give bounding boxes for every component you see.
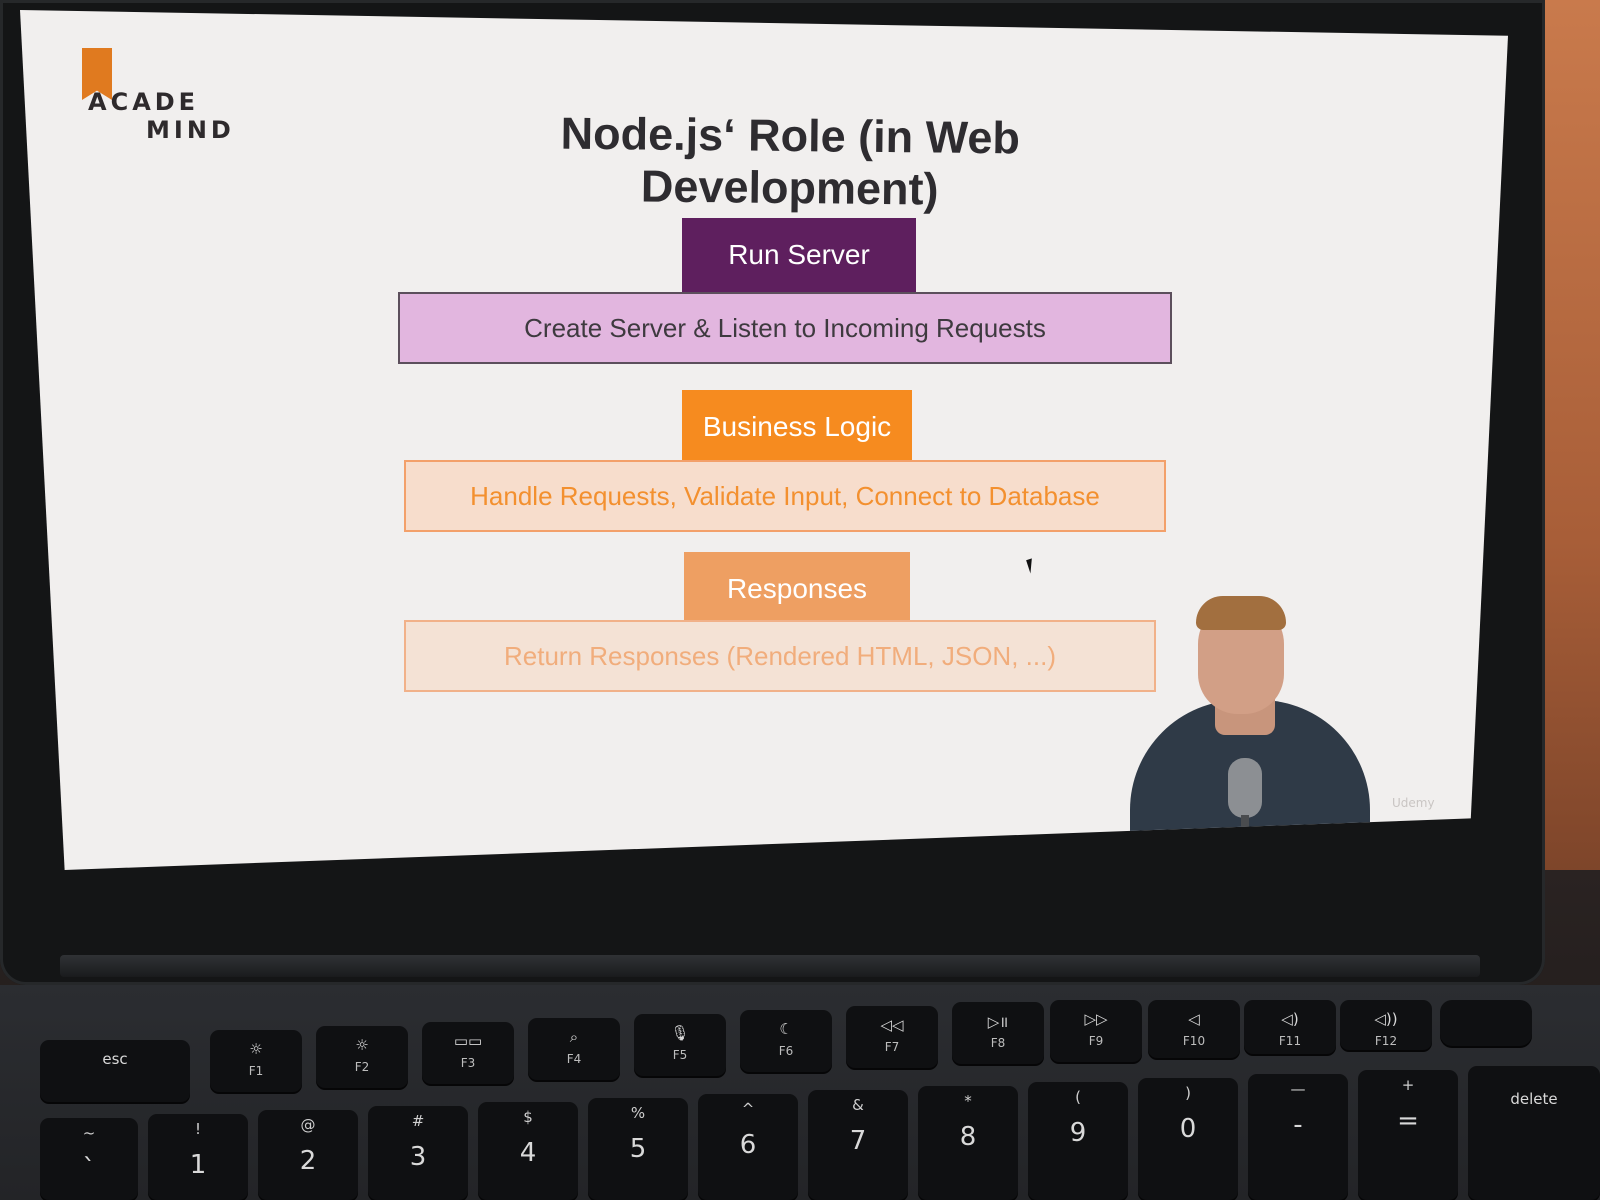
section-band-run-server: Create Server & Listen to Incoming Reque… xyxy=(398,292,1172,364)
keyboard: esc ☼ F1 ☼ F2 ▭▭ F3 ⌕ F4 🎙 F5 ☾ F6 ◁◁ F7 ▷॥ F8 ▷… xyxy=(40,1000,1600,1200)
key-equals[interactable]: + = xyxy=(1358,1070,1458,1200)
presenter-hair xyxy=(1196,596,1286,630)
key-f1[interactable]: ☼ F1 xyxy=(210,1030,302,1092)
key-f2[interactable]: ☼ F2 xyxy=(316,1026,408,1088)
presenter-video[interactable] xyxy=(1110,590,1440,870)
section-band-responses: Return Responses (Rendered HTML, JSON, .… xyxy=(404,620,1156,692)
logo-text-line1: ACADE xyxy=(88,88,200,116)
key-f7[interactable]: ◁◁ F7 xyxy=(846,1006,938,1068)
key-6[interactable]: ^ 6 xyxy=(698,1094,798,1200)
key-0[interactable]: ) 0 xyxy=(1138,1078,1238,1200)
key-delete[interactable]: delete xyxy=(1468,1066,1600,1200)
key-5[interactable]: % 5 xyxy=(588,1098,688,1200)
section-band-business-logic: Handle Requests, Validate Input, Connect… xyxy=(404,460,1166,532)
touch-id-button[interactable] xyxy=(1440,1000,1532,1046)
video-watermark: Udemy xyxy=(1392,796,1435,810)
laptop-screen: ACADE MIND Node.js‘ Role (in Web Develop… xyxy=(20,10,1508,870)
microphone-icon xyxy=(1228,758,1262,818)
key-f8[interactable]: ▷॥ F8 xyxy=(952,1002,1044,1064)
key-7[interactable]: & 7 xyxy=(808,1090,908,1200)
key-9[interactable]: (9 xyxy=(1028,1082,1128,1200)
key-f3[interactable]: ▭▭ F3 xyxy=(422,1022,514,1084)
key-f4[interactable]: ⌕ F4 xyxy=(528,1018,620,1080)
logo-text-line2: MIND xyxy=(146,116,235,144)
key-4[interactable]: $4 xyxy=(478,1102,578,1200)
key-f6[interactable]: ☾ F6 xyxy=(740,1010,832,1072)
laptop-hinge xyxy=(60,955,1480,977)
section-tab-responses: Responses xyxy=(684,552,910,626)
key-8[interactable]: * 8 xyxy=(918,1086,1018,1200)
key-f9[interactable]: ▷▷ F9 xyxy=(1050,1000,1142,1062)
key-1[interactable]: ! 1 xyxy=(148,1114,248,1200)
key-esc[interactable]: esc xyxy=(40,1040,190,1102)
key-2[interactable]: @2 xyxy=(258,1110,358,1200)
academind-logo: ACADE MIND xyxy=(66,44,256,154)
key-3[interactable]: #3 xyxy=(368,1106,468,1200)
key-f11[interactable]: ◁) F11 xyxy=(1244,1000,1336,1054)
key-backtick[interactable]: ~ ` xyxy=(40,1118,138,1200)
microphone-stand xyxy=(1241,815,1249,870)
key-f12[interactable]: ◁)) F12 xyxy=(1340,1000,1432,1050)
slide-title: Node.js‘ Role (in Web Development) xyxy=(560,107,1021,215)
key-f10[interactable]: ◁ F10 xyxy=(1148,1000,1240,1058)
section-tab-business-logic: Business Logic xyxy=(682,390,912,464)
section-tab-run-server: Run Server xyxy=(682,218,916,292)
mouse-cursor-icon xyxy=(1026,556,1042,574)
key-minus[interactable]: — - xyxy=(1248,1074,1348,1200)
laptop-bezel: ACADE MIND Node.js‘ Role (in Web Develop… xyxy=(0,0,1545,985)
key-f5[interactable]: 🎙 F5 xyxy=(634,1014,726,1076)
